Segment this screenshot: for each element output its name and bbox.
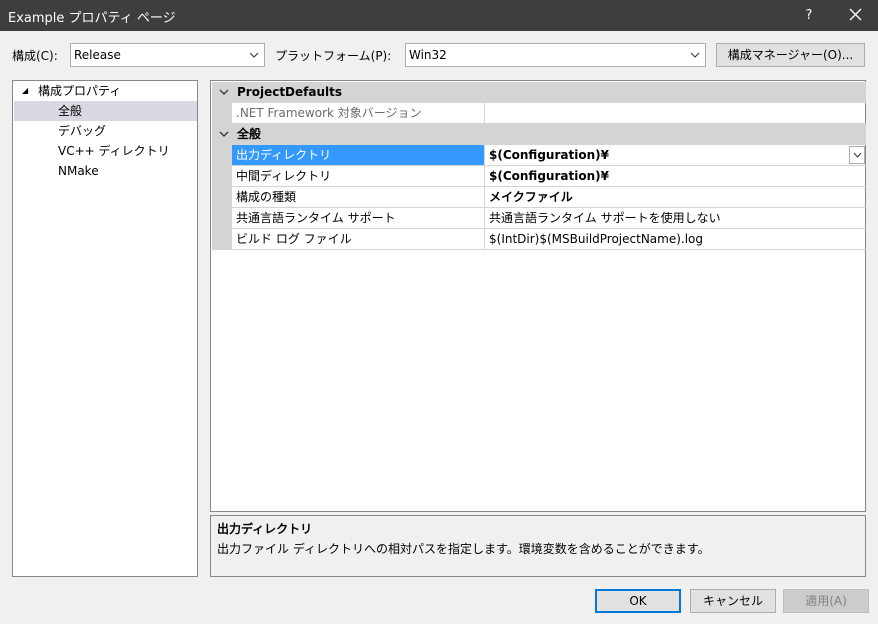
title-bar: Example プロパティ ページ ? — [0, 0, 878, 31]
row-gutter — [212, 103, 232, 124]
category-name: 全般 — [237, 127, 262, 141]
tree-item-label: 全般 — [58, 104, 83, 118]
property-name: .NET Framework 対象バージョン — [232, 103, 485, 124]
window-title: Example プロパティ ページ — [8, 11, 176, 26]
row-gutter — [212, 187, 232, 208]
tree-root[interactable]: ◢ 構成プロパティ — [14, 81, 197, 101]
config-label: 構成(C): — [12, 49, 58, 63]
property-value: $(IntDir)$(MSBuildProjectName).log — [485, 229, 866, 250]
property-row[interactable]: .NET Framework 対象バージョン — [212, 103, 866, 124]
property-grid: ProjectDefaults .NET Framework 対象バージョン 全… — [210, 80, 866, 512]
tree-item-debugging[interactable]: デバッグ — [14, 121, 197, 141]
close-button[interactable] — [838, 1, 874, 29]
property-name: ビルド ログ ファイル — [232, 229, 485, 250]
config-tree: ◢ 構成プロパティ 全般 デバッグ VC++ ディレクトリ NMake — [12, 80, 198, 577]
config-select[interactable]: Release — [70, 43, 265, 67]
close-icon — [849, 8, 862, 21]
category-project-defaults[interactable]: ProjectDefaults — [212, 82, 866, 103]
category-name: ProjectDefaults — [237, 85, 343, 99]
row-gutter — [212, 145, 232, 166]
tree-item-general[interactable]: 全般 — [14, 101, 197, 121]
row-gutter — [212, 208, 232, 229]
row-gutter — [212, 166, 232, 187]
collapse-chevron-icon[interactable] — [219, 130, 229, 138]
collapse-chevron-icon[interactable] — [219, 88, 229, 96]
tree-item-label: VC++ ディレクトリ — [58, 144, 170, 158]
chevron-down-icon — [690, 52, 700, 58]
property-row-output-dir[interactable]: 出力ディレクトリ $(Configuration)¥ — [212, 145, 866, 166]
property-name: 出力ディレクトリ — [232, 145, 485, 166]
platform-select[interactable]: Win32 — [405, 43, 706, 67]
property-name: 構成の種類 — [232, 187, 485, 208]
cancel-button[interactable]: キャンセル — [690, 589, 776, 613]
platform-value: Win32 — [409, 48, 447, 62]
help-button[interactable]: ? — [796, 4, 822, 28]
property-value: メイクファイル — [485, 187, 866, 208]
tree-item-label: デバッグ — [58, 124, 107, 138]
property-row-config-type[interactable]: 構成の種類 メイクファイル — [212, 187, 866, 208]
category-general[interactable]: 全般 — [212, 124, 866, 145]
expanded-triangle-icon[interactable]: ◢ — [22, 81, 28, 101]
description-pane: 出力ディレクトリ 出力ファイル ディレクトリへの相対パスを指定します。環境変数を… — [210, 515, 866, 577]
property-row-intermediate-dir[interactable]: 中間ディレクトリ $(Configuration)¥ — [212, 166, 866, 187]
config-value: Release — [74, 48, 121, 62]
tree-item-vc-directories[interactable]: VC++ ディレクトリ — [14, 141, 197, 161]
property-row-clr-support[interactable]: 共通言語ランタイム サポート 共通言語ランタイム サポートを使用しない — [212, 208, 866, 229]
description-text: 出力ファイル ディレクトリへの相対パスを指定します。環境変数を含めることができま… — [217, 542, 710, 556]
ok-button[interactable]: OK — [595, 589, 681, 613]
chevron-down-icon — [853, 152, 862, 158]
property-value: $(Configuration)¥ — [489, 148, 609, 162]
property-value: $(Configuration)¥ — [485, 166, 866, 187]
row-gutter — [212, 229, 232, 250]
apply-button[interactable]: 適用(A) — [783, 589, 869, 613]
property-name: 中間ディレクトリ — [232, 166, 485, 187]
tree-item-label: NMake — [58, 164, 99, 178]
tree-item-nmake[interactable]: NMake — [14, 161, 197, 181]
chevron-down-icon — [249, 52, 259, 58]
property-row-build-log[interactable]: ビルド ログ ファイル $(IntDir)$(MSBuildProjectNam… — [212, 229, 866, 250]
value-dropdown-button[interactable] — [849, 146, 865, 164]
property-name: 共通言語ランタイム サポート — [232, 208, 485, 229]
property-value — [485, 103, 866, 124]
config-manager-button[interactable]: 構成マネージャー(O)... — [716, 43, 865, 67]
description-title: 出力ディレクトリ — [217, 522, 313, 536]
property-value-editor[interactable]: $(Configuration)¥ — [485, 145, 866, 166]
property-value: 共通言語ランタイム サポートを使用しない — [485, 208, 866, 229]
platform-label: プラットフォーム(P): — [275, 49, 392, 63]
tree-root-label: 構成プロパティ — [38, 84, 122, 98]
